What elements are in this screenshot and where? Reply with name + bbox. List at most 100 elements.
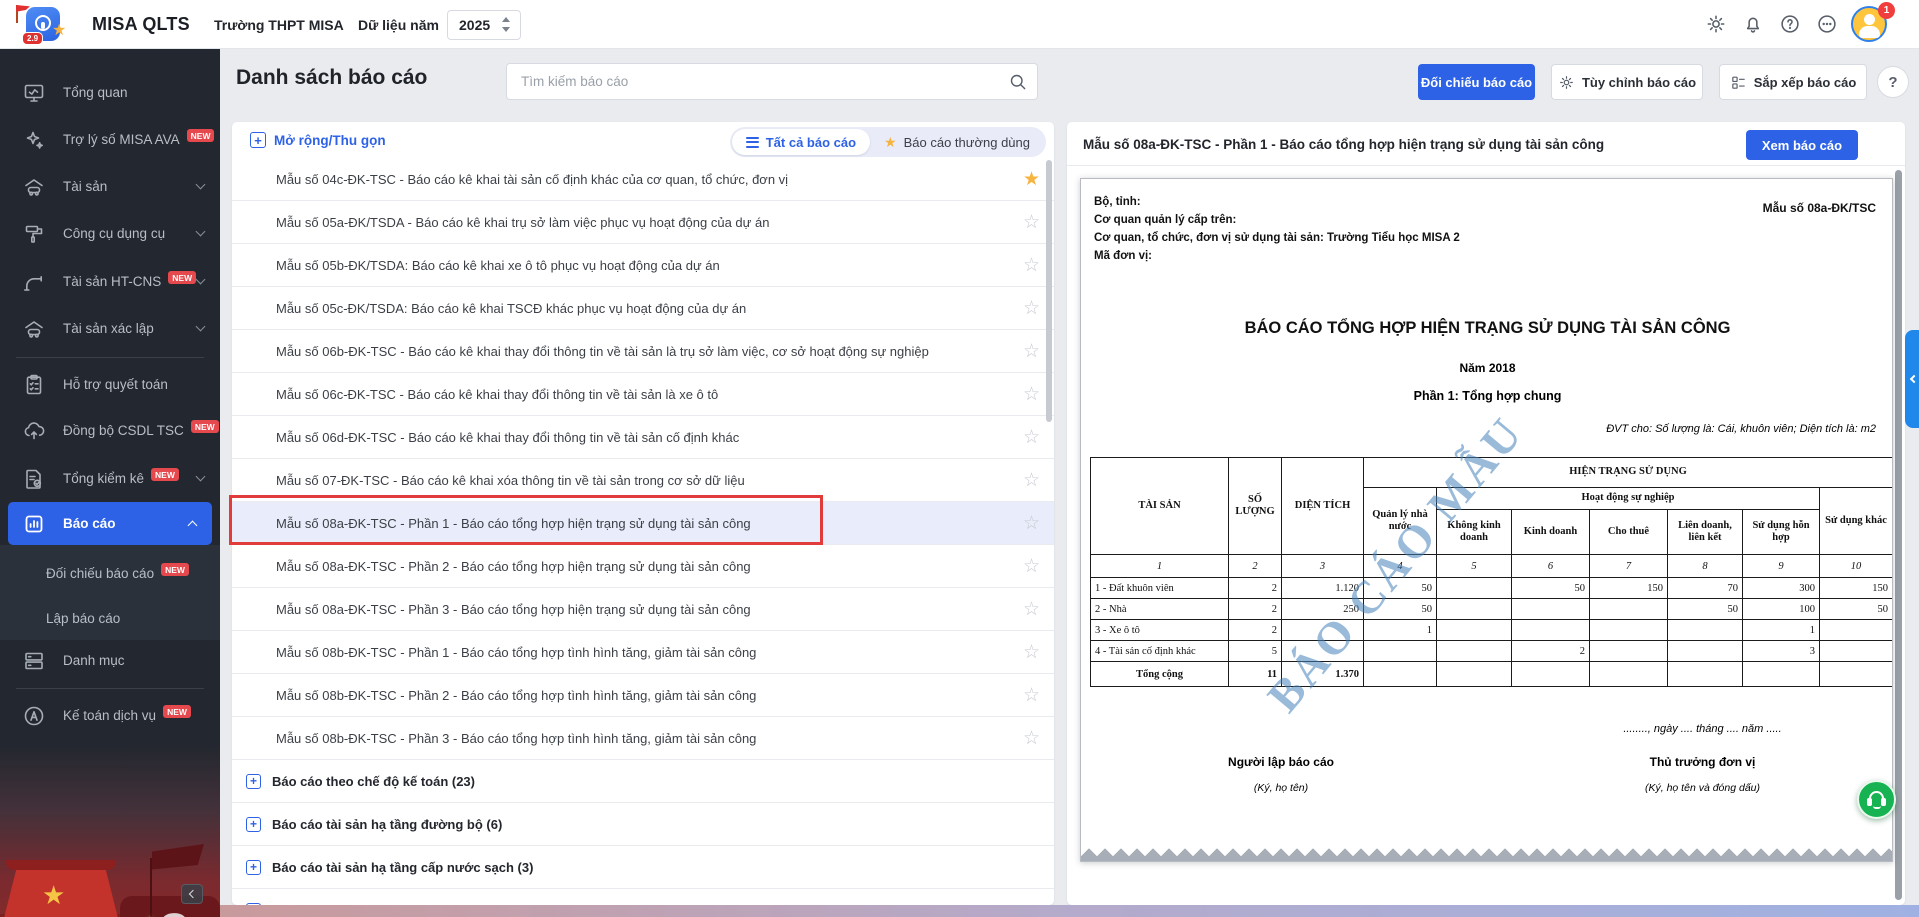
favorite-star-icon[interactable]: ☆ [1023, 686, 1040, 705]
sidebar-divider [16, 357, 204, 358]
more-options-icon[interactable] [1809, 6, 1845, 42]
list-item[interactable]: Mẫu số 06c-ĐK-TSC - Báo cáo kê khai thay… [232, 373, 1054, 416]
filter-favorite-reports[interactable]: ★ Báo cáo thường dùng [870, 129, 1044, 155]
favorite-star-icon[interactable]: ☆ [1023, 514, 1040, 533]
notification-badge: 1 [1878, 2, 1895, 19]
favorite-star-icon[interactable]: ☆ [1023, 299, 1040, 318]
sidebar-item-tro-ly-so[interactable]: Trợ lý số MISA AVANEW [0, 116, 220, 163]
search-input[interactable] [519, 65, 999, 98]
list-item[interactable]: Mẫu số 08b-ĐK-TSC - Phần 3 - Báo cáo tổn… [232, 717, 1054, 760]
list-item-selected[interactable]: Mẫu số 08a-ĐK-TSC - Phần 1 - Báo cáo tổn… [232, 502, 1054, 545]
list-item[interactable]: Mẫu số 06b-ĐK-TSC - Báo cáo kê khai thay… [232, 330, 1054, 373]
sidebar-item-tai-san-xac-lap[interactable]: Tài sản xác lập [0, 305, 220, 352]
doc-meta-unit: Cơ quan, tổ chức, đơn vị sử dụng tài sản… [1094, 229, 1460, 247]
list-item[interactable]: Mẫu số 04c-ĐK-TSC - Báo cáo kê khai tài … [232, 158, 1054, 201]
sidebar-item-cong-cu-dung-cu[interactable]: Công cụ dụng cụ [0, 210, 220, 257]
favorite-star-icon[interactable]: ☆ [1023, 213, 1040, 232]
sidebar-item-ke-toan-dich-vu[interactable]: Kế toán dịch vụNEW [0, 692, 220, 739]
plus-square-icon[interactable]: + [246, 860, 261, 875]
sidebar-item-danh-muc[interactable]: Danh mục [0, 637, 220, 684]
search-icon[interactable] [1008, 72, 1028, 92]
list-item[interactable]: Mẫu số 08b-ĐK-TSC - Phần 2 - Báo cáo tổn… [232, 674, 1054, 717]
plus-square-icon[interactable]: + [246, 774, 261, 789]
pipe-icon [22, 270, 46, 294]
list-item[interactable]: Mẫu số 08a-ĐK-TSC - Phần 3 - Báo cáo tổn… [232, 588, 1054, 631]
new-badge: NEW [191, 420, 219, 433]
year-selector[interactable]: 2025 [447, 10, 521, 40]
star-icon: ★ [884, 135, 897, 149]
sidebar-item-tai-san[interactable]: Tài sản [0, 163, 220, 210]
col-header-asset: TÀI SẢN [1091, 458, 1229, 555]
help-circle-icon[interactable] [1772, 6, 1808, 42]
report-group[interactable]: +Báo cáo theo chế độ kế toán (23) [232, 760, 1054, 803]
list-item[interactable]: Mẫu số 05c-ĐK/TSDA: Báo cáo kê khai TSCĐ… [232, 287, 1054, 330]
favorite-star-icon[interactable]: ☆ [1023, 729, 1040, 748]
report-group[interactable]: +Báo cáo tài sản hạ tầng đường bộ (6) [232, 803, 1054, 846]
list-item[interactable]: Mẫu số 07-ĐK-TSC - Báo cáo kê khai xóa t… [232, 459, 1054, 502]
favorite-star-icon[interactable]: ☆ [1023, 643, 1040, 662]
podium-illustration: ★ [2, 870, 120, 917]
favorite-star-icon[interactable]: ☆ [1023, 385, 1040, 404]
favorite-star-icon[interactable]: ☆ [1023, 557, 1040, 576]
sidebar-divider [16, 688, 204, 689]
sidebar-subitem-doi-chieu-bao-cao[interactable]: Đối chiếu báo cáoNEW [0, 550, 220, 597]
list-item[interactable]: Mẫu số 06d-ĐK-TSC - Báo cáo kê khai thay… [232, 416, 1054, 459]
report-list-panel: + Mở rộng/Thu gọn Tất cả báo cáo ★ Báo c… [232, 122, 1054, 905]
preview-title: Mẫu số 08a-ĐK-TSC - Phần 1 - Báo cáo tổn… [1083, 137, 1604, 152]
top-bar: ★ 2.9 MISA QLTS Trường THPT MISA Dữ liệu… [0, 0, 1919, 49]
list-item[interactable]: Mẫu số 05b-ĐK/TSDA: Báo cáo kê khai xe ô… [232, 244, 1054, 287]
doc-form-code: Mẫu số 08a-ĐK/TSC [1763, 201, 1876, 215]
table-row: 2 - Nhà2250505010050 [1091, 599, 1893, 620]
list-item[interactable]: Mẫu số 08b-ĐK-TSC - Phần 1 - Báo cáo tổn… [232, 631, 1054, 674]
favorite-star-icon[interactable]: ☆ [1023, 471, 1040, 490]
sort-reports-button[interactable]: Sắp xếp báo cáo [1719, 64, 1867, 100]
report-group[interactable]: +Báo cáo tài sản hạ tầng cấp nước sạch (… [232, 846, 1054, 889]
favorite-star-icon[interactable]: ☆ [1023, 428, 1040, 447]
year-value: 2025 [459, 17, 490, 33]
list-icon [746, 137, 759, 148]
list-item[interactable]: Mẫu số 08a-ĐK-TSC - Phần 2 - Báo cáo tổn… [232, 545, 1054, 588]
report-group[interactable]: +Báo cáo quản trị (44) [232, 889, 1054, 905]
plus-square-icon[interactable]: + [246, 817, 261, 832]
sidebar-item-tong-kiem-ke[interactable]: Tổng kiểm kêNEW [0, 455, 220, 502]
stepper-down-icon[interactable] [502, 27, 510, 32]
list-scrollbar[interactable] [1046, 160, 1052, 422]
sidebar: ★ ★ 2 Tổng quan Trợ lý số MISA AVANEW Tà… [0, 49, 220, 917]
notifications-bell-icon[interactable] [1735, 6, 1771, 42]
list-item[interactable]: Mẫu số 05a-ĐK/TSDA - Báo cáo kê khai trụ… [232, 201, 1054, 244]
app-logo[interactable]: ★ 2.9 [10, 5, 80, 45]
search-box[interactable] [506, 63, 1038, 100]
favorite-star-icon[interactable]: ☆ [1023, 256, 1040, 275]
torn-paper-edge [1081, 845, 1893, 861]
sidebar-collapse-button[interactable] [181, 884, 203, 904]
sidebar-item-bao-cao[interactable]: Báo cáo [8, 502, 212, 545]
support-chat-button[interactable] [1857, 780, 1896, 819]
new-badge: NEW [161, 563, 189, 576]
stepper-up-icon[interactable] [502, 17, 510, 22]
doc-meta-province: Bộ, tỉnh: [1094, 193, 1460, 211]
settings-gear-icon[interactable] [1698, 6, 1734, 42]
panel-expand-tab[interactable] [1905, 330, 1919, 428]
sidebar-item-tai-san-ht-cns[interactable]: Tài sản HT-CNSNEW [0, 258, 220, 305]
filter-all-reports[interactable]: Tất cả báo cáo [732, 129, 870, 155]
compare-reports-button[interactable]: Đối chiếu báo cáo [1418, 64, 1535, 100]
report-filter-toggle[interactable]: Tất cả báo cáo ★ Báo cáo thường dùng [730, 127, 1046, 157]
customize-reports-button[interactable]: Tùy chỉnh báo cáo [1551, 64, 1703, 100]
col-header-rent: Cho thuê [1590, 510, 1668, 555]
app-name: MISA QLTS [92, 14, 190, 35]
list-category-icon [22, 649, 46, 673]
col-header-mixed: Sử dụng hỗn hợp [1743, 510, 1820, 555]
table-row: 1 - Đất khuôn viên21.120505015070300150 [1091, 578, 1893, 599]
preview-scrollbar[interactable] [1895, 170, 1902, 900]
view-report-button[interactable]: Xem báo cáo [1746, 130, 1858, 160]
list-help-button[interactable]: ? [1877, 66, 1909, 98]
sidebar-item-tong-quan[interactable]: Tổng quan [0, 69, 220, 116]
sidebar-item-ho-tro-quyet-toan[interactable]: Hỗ trợ quyết toán [0, 361, 220, 408]
sidebar-subitem-lap-bao-cao[interactable]: Lập báo cáo [0, 595, 220, 642]
favorite-star-icon[interactable]: ☆ [1023, 342, 1040, 361]
organization-name[interactable]: Trường THPT MISA [214, 17, 344, 33]
expand-collapse-all-link[interactable]: + Mở rộng/Thu gọn [250, 132, 386, 148]
favorite-star-icon[interactable]: ☆ [1023, 600, 1040, 619]
favorite-star-icon[interactable]: ★ [1023, 170, 1040, 189]
sidebar-item-dong-bo-csdl-tsc[interactable]: Đồng bộ CSDL TSCNEW [0, 407, 220, 454]
